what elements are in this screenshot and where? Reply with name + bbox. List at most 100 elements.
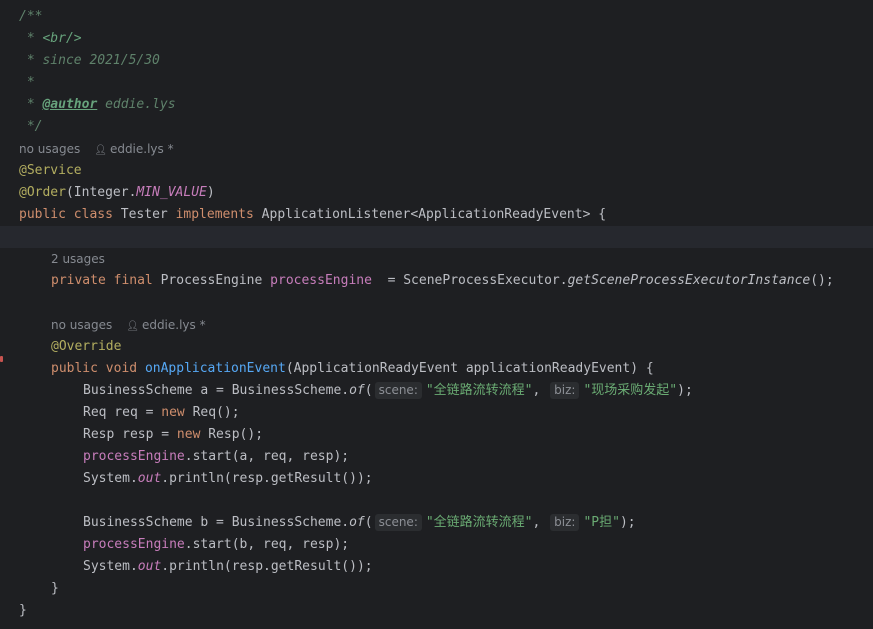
min-value-constant[interactable]: MIN_VALUE [136,185,206,200]
doc-open: /** [19,9,43,24]
engine-field-ref[interactable]: processEngine [83,449,185,464]
current-line-highlight[interactable] [0,226,873,248]
doc-br-prefix: * [19,31,43,46]
scene-string[interactable]: "全链路流转流程" [426,515,533,530]
println-call: .println(resp.getResult()); [161,559,373,574]
scheme-b-decl: BusinessScheme b = BusinessScheme. [83,515,350,530]
resp-ctor: Resp(); [200,427,264,442]
field-type[interactable]: ProcessEngine [153,273,270,288]
method-inlay-hints: no usages 👤︎ eddie.lys * [0,314,873,336]
engine-field-ref[interactable]: processEngine [83,537,185,552]
code-line-doc-since[interactable]: * since 2021/5/30 [0,50,873,72]
code-line-doc-close[interactable]: */ [0,116,873,138]
class-keyword: class [73,207,113,222]
method-author-hint[interactable]: eddie.lys * [142,318,206,332]
code-line-start-b[interactable]: processEngine.start(b, req, resp); [0,534,873,556]
resp-decl: Resp resp = [83,427,177,442]
of-method-call[interactable]: of [349,515,365,530]
private-keyword: private [51,273,106,288]
field-assign: = SceneProcessExecutor. [371,273,568,288]
implements-keyword: implements [175,207,254,222]
public-keyword: public [51,361,98,376]
biz-string[interactable]: "现场采购发起" [583,383,677,398]
new-keyword: new [176,427,201,442]
out-field[interactable]: out [138,471,161,486]
scene-string[interactable]: "全链路流转流程" [426,383,533,398]
code-line-class-close[interactable]: } [0,600,873,622]
doc-author-tag[interactable]: @author [42,97,97,112]
code-line-field[interactable]: private final ProcessEngine processEngin… [0,270,873,292]
code-line-println-b[interactable]: System.out.println(resp.getResult()); [0,556,873,578]
req-ctor: Req(); [184,405,240,420]
start-call: .start(b, req, resp); [184,537,350,552]
code-line-scheme-a[interactable]: BusinessScheme a = BusinessScheme.of(sce… [0,380,873,402]
comma: , [532,515,549,530]
code-line-start-a[interactable]: processEngine.start(a, req, resp); [0,446,873,468]
public-keyword: public [19,207,66,222]
code-line-override[interactable]: @Override [0,336,873,358]
method-usages-hint[interactable]: no usages [51,318,112,332]
field-usages-hint[interactable]: 2 usages [0,248,873,270]
order-arg-open: (Integer. [65,185,137,200]
class-author-hint[interactable]: eddie.lys * [110,142,174,156]
paren-open: ( [364,383,373,398]
code-line-doc-blank[interactable]: * [0,72,873,94]
doc-close: */ [19,119,43,134]
method-name[interactable]: onApplicationEvent [145,361,286,376]
service-annotation[interactable]: @Service [19,163,82,178]
factory-method-call[interactable]: getSceneProcessExecutorInstance [568,273,811,288]
req-decl: Req req = [83,405,162,420]
user-icon: 👤︎ [94,145,107,156]
code-line-doc-author[interactable]: * @author eddie.lys [0,94,873,116]
doc-since: * since 2021/5/30 [19,53,160,68]
doc-author-prefix: * [19,97,43,112]
new-keyword: new [161,405,185,420]
biz-string[interactable]: "P担" [583,515,619,530]
order-arg-close: ) [206,185,215,200]
call-end: ); [677,383,693,398]
scheme-a-decl: BusinessScheme a = BusinessScheme. [83,383,350,398]
override-annotation[interactable]: @Override [51,339,121,354]
system-ref: System. [83,471,138,486]
method-params[interactable]: (ApplicationReadyEvent applicationReadyE… [286,361,654,376]
user-icon: 👤︎ [126,321,139,332]
code-line-method-decl[interactable]: public void onApplicationEvent(Applicati… [0,358,873,380]
start-call: .start(a, req, resp); [184,449,350,464]
scene-param-hint: scene: [374,382,422,399]
code-line-println-a[interactable]: System.out.println(resp.getResult()); [0,468,873,490]
out-field[interactable]: out [138,559,161,574]
code-line-doc-br[interactable]: * <br/> [0,28,873,50]
code-line-service[interactable]: @Service [0,160,873,182]
class-name[interactable]: Tester [113,207,176,222]
comma: , [532,383,549,398]
method-close-brace: } [51,581,59,596]
field-name[interactable]: processEngine [270,273,372,288]
code-line-class-decl[interactable]: public class Tester implements Applicati… [0,204,873,226]
void-keyword: void [105,361,138,376]
println-call: .println(resp.getResult()); [161,471,373,486]
doc-blank: * [19,75,35,90]
code-line-scheme-b[interactable]: BusinessScheme b = BusinessScheme.of(sce… [0,512,873,534]
code-line-method-close[interactable]: } [0,578,873,600]
class-decl-rest[interactable]: ApplicationListener<ApplicationReadyEven… [254,207,606,222]
order-annotation[interactable]: @Order [19,185,66,200]
code-line-doc-open[interactable]: /** [0,6,873,28]
code-line-resp[interactable]: Resp resp = new Resp(); [0,424,873,446]
class-inlay-hints: no usages 👤︎ eddie.lys * [0,138,873,160]
biz-param-hint: biz: [550,514,580,531]
paren-open: ( [364,515,373,530]
code-line-order[interactable]: @Order(Integer.MIN_VALUE) [0,182,873,204]
system-ref: System. [83,559,138,574]
class-usages-hint[interactable]: no usages [19,142,80,156]
doc-br-tag: <br/> [42,31,82,46]
call-end: ); [619,515,636,530]
doc-author-value: eddie.lys [97,97,176,112]
class-close-brace: } [19,603,27,618]
final-keyword: final [113,273,153,288]
code-line-req[interactable]: Req req = new Req(); [0,402,873,424]
biz-param-hint: biz: [550,382,580,399]
scene-param-hint: scene: [374,514,422,531]
code-editor[interactable]: /** * <br/> * since 2021/5/30 * * @autho… [0,0,873,629]
of-method-call[interactable]: of [349,383,365,398]
field-end: (); [810,273,834,288]
